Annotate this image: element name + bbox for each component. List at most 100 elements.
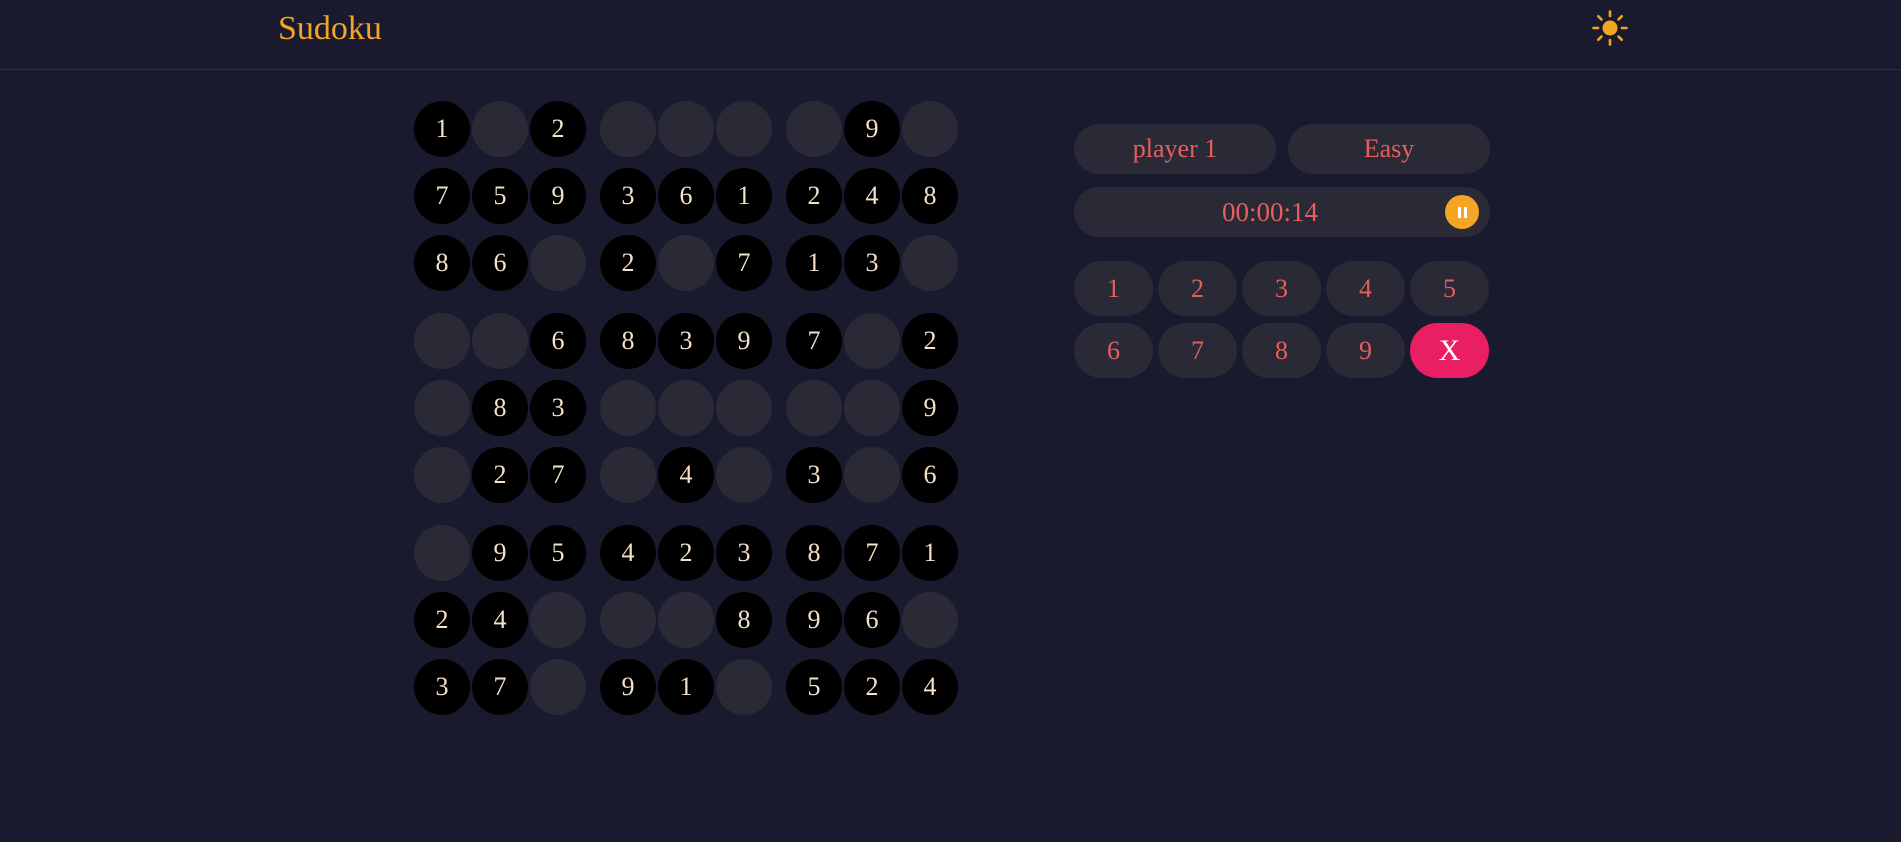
sudoku-cell[interactable]	[716, 447, 772, 503]
erase-button[interactable]: X	[1410, 323, 1489, 378]
sudoku-cell[interactable]: 9	[600, 659, 656, 715]
number-button[interactable]: 9	[1326, 323, 1405, 378]
sudoku-cell[interactable]	[530, 592, 586, 648]
sudoku-cell[interactable]: 7	[844, 525, 900, 581]
timer-bar: 00:00:14	[1074, 187, 1490, 237]
difficulty-button[interactable]: Easy	[1288, 124, 1490, 174]
number-button[interactable]: 7	[1158, 323, 1237, 378]
sudoku-cell[interactable]: 7	[414, 168, 470, 224]
number-pad: 12345 6789X	[1074, 261, 1490, 379]
sudoku-cell[interactable]: 1	[716, 168, 772, 224]
sudoku-cell[interactable]: 2	[414, 592, 470, 648]
sudoku-cell[interactable]	[716, 101, 772, 157]
sudoku-cell[interactable]	[716, 380, 772, 436]
sudoku-cell[interactable]: 5	[530, 525, 586, 581]
sun-icon[interactable]	[1591, 9, 1629, 47]
sudoku-cell[interactable]: 4	[902, 659, 958, 715]
sudoku-cell[interactable]: 3	[658, 313, 714, 369]
sudoku-cell[interactable]: 4	[844, 168, 900, 224]
sudoku-cell[interactable]: 9	[844, 101, 900, 157]
sudoku-cell[interactable]: 2	[530, 101, 586, 157]
sudoku-cell[interactable]: 1	[414, 101, 470, 157]
sudoku-cell[interactable]: 8	[472, 380, 528, 436]
sudoku-cell[interactable]	[472, 313, 528, 369]
sudoku-cell[interactable]: 2	[472, 447, 528, 503]
sudoku-cell[interactable]	[658, 380, 714, 436]
sudoku-cell[interactable]: 2	[658, 525, 714, 581]
sudoku-cell[interactable]: 3	[786, 447, 842, 503]
number-button[interactable]: 2	[1158, 261, 1237, 316]
sudoku-cell[interactable]	[600, 447, 656, 503]
sudoku-cell[interactable]: 3	[530, 380, 586, 436]
sudoku-cell[interactable]	[902, 235, 958, 291]
sudoku-cell[interactable]: 3	[600, 168, 656, 224]
sudoku-cell[interactable]: 3	[414, 659, 470, 715]
sudoku-cell[interactable]: 5	[472, 168, 528, 224]
sudoku-cell[interactable]: 4	[472, 592, 528, 648]
sudoku-cell[interactable]: 4	[658, 447, 714, 503]
sudoku-cell[interactable]: 7	[716, 235, 772, 291]
sudoku-cell[interactable]: 4	[600, 525, 656, 581]
number-button[interactable]: 3	[1242, 261, 1321, 316]
sudoku-cell[interactable]	[716, 659, 772, 715]
sudoku-cell[interactable]	[658, 235, 714, 291]
sudoku-cell[interactable]: 9	[902, 380, 958, 436]
number-button[interactable]: 5	[1410, 261, 1489, 316]
sudoku-cell[interactable]	[902, 101, 958, 157]
sudoku-cell[interactable]: 6	[844, 592, 900, 648]
sudoku-cell[interactable]	[414, 525, 470, 581]
sudoku-cell[interactable]: 5	[786, 659, 842, 715]
number-button[interactable]: 6	[1074, 323, 1153, 378]
sudoku-cell[interactable]: 1	[786, 235, 842, 291]
sudoku-cell[interactable]: 8	[414, 235, 470, 291]
sudoku-cell[interactable]: 6	[530, 313, 586, 369]
sudoku-cell[interactable]	[844, 380, 900, 436]
sudoku-cell[interactable]: 6	[472, 235, 528, 291]
sudoku-cell[interactable]: 9	[716, 313, 772, 369]
sudoku-cell[interactable]	[530, 235, 586, 291]
sudoku-cell[interactable]: 8	[902, 168, 958, 224]
sudoku-cell[interactable]: 8	[786, 525, 842, 581]
sudoku-cell[interactable]: 7	[786, 313, 842, 369]
sudoku-cell[interactable]: 9	[530, 168, 586, 224]
app-title: Sudoku	[278, 10, 382, 47]
sudoku-cell[interactable]	[414, 313, 470, 369]
number-button[interactable]: 8	[1242, 323, 1321, 378]
sudoku-cell[interactable]: 7	[530, 447, 586, 503]
sudoku-cell[interactable]: 6	[902, 447, 958, 503]
sudoku-cell[interactable]	[600, 380, 656, 436]
player-name-button[interactable]: player 1	[1074, 124, 1276, 174]
sudoku-cell[interactable]	[414, 380, 470, 436]
sudoku-cell[interactable]: 1	[658, 659, 714, 715]
sudoku-cell[interactable]: 3	[844, 235, 900, 291]
sudoku-cell[interactable]	[600, 592, 656, 648]
sudoku-cell[interactable]	[844, 313, 900, 369]
number-button[interactable]: 1	[1074, 261, 1153, 316]
header-bar: Sudoku	[0, 0, 1901, 70]
sudoku-cell[interactable]: 6	[658, 168, 714, 224]
sudoku-cell[interactable]: 1	[902, 525, 958, 581]
sudoku-cell[interactable]: 8	[600, 313, 656, 369]
sudoku-cell[interactable]: 9	[472, 525, 528, 581]
sudoku-board: 1297593612488627136839728392743695423871…	[414, 101, 964, 723]
sudoku-cell[interactable]	[658, 101, 714, 157]
sudoku-cell[interactable]: 2	[902, 313, 958, 369]
sudoku-cell[interactable]: 2	[600, 235, 656, 291]
sudoku-cell[interactable]	[472, 101, 528, 157]
sudoku-cell[interactable]	[902, 592, 958, 648]
sudoku-cell[interactable]	[600, 101, 656, 157]
sudoku-cell[interactable]	[530, 659, 586, 715]
sudoku-cell[interactable]: 7	[472, 659, 528, 715]
sudoku-cell[interactable]	[786, 380, 842, 436]
pause-icon[interactable]	[1445, 195, 1479, 229]
sudoku-cell[interactable]	[844, 447, 900, 503]
sudoku-cell[interactable]: 3	[716, 525, 772, 581]
sudoku-cell[interactable]: 2	[844, 659, 900, 715]
sudoku-cell[interactable]: 8	[716, 592, 772, 648]
sudoku-cell[interactable]	[658, 592, 714, 648]
sudoku-cell[interactable]	[786, 101, 842, 157]
sudoku-cell[interactable]: 2	[786, 168, 842, 224]
sudoku-cell[interactable]	[414, 447, 470, 503]
number-button[interactable]: 4	[1326, 261, 1405, 316]
sudoku-cell[interactable]: 9	[786, 592, 842, 648]
